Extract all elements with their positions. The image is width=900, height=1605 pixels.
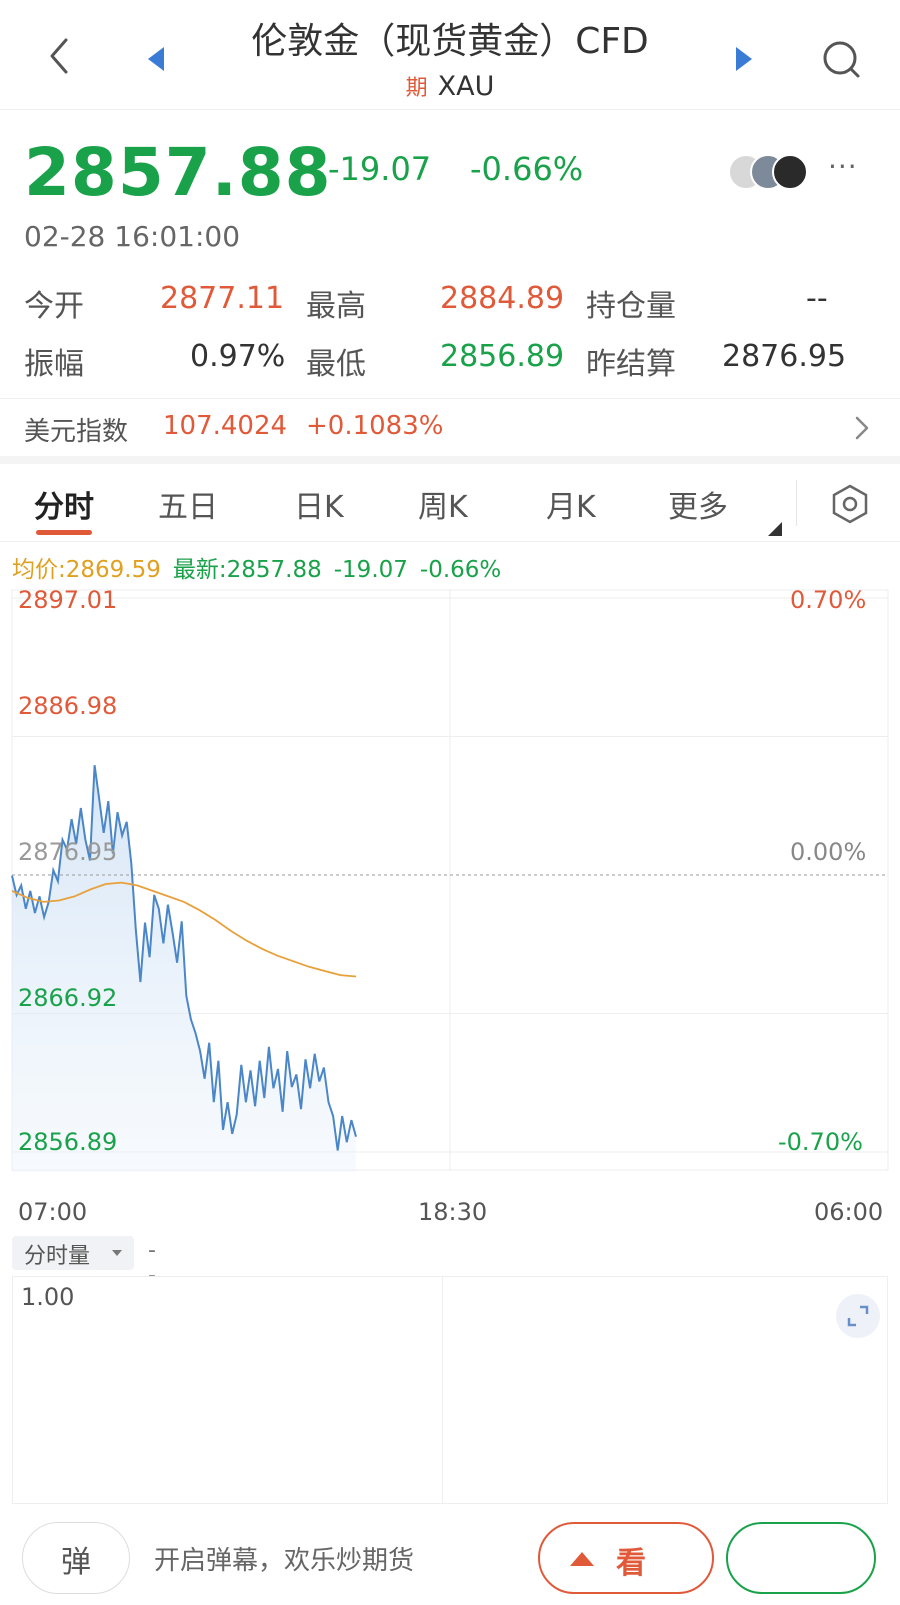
dollar-index-row[interactable]: 美元指数 107.4024 +0.1083%: [0, 398, 900, 464]
expand-icon[interactable]: [836, 1294, 880, 1338]
bearish-button[interactable]: [726, 1522, 876, 1594]
tab-monthly-k[interactable]: 月K: [546, 482, 596, 526]
caret-down-icon: [112, 1250, 122, 1256]
instrument-symbol: 期 XAU: [300, 70, 600, 102]
bottom-action-bar: 弹 开启弹幕，欢乐炒期货 看: [0, 1510, 900, 1605]
search-icon[interactable]: [820, 38, 864, 82]
back-arrow-icon[interactable]: [40, 32, 80, 80]
symbol-text: XAU: [437, 71, 495, 102]
previous-instrument-icon[interactable]: [144, 44, 168, 74]
open-label: 今开: [24, 289, 84, 324]
prev-settle-label: 昨结算: [586, 347, 676, 382]
volume-chart[interactable]: 1.00: [12, 1276, 888, 1504]
legend-percent: -0.66%: [419, 557, 502, 583]
quote-panel: 2857.88 -19.07 -0.66% 02-28 16:01:00 ···: [0, 110, 900, 260]
average-price-text: 均价:2869.59: [12, 557, 161, 583]
x-tick-label: 07:00: [18, 1198, 88, 1226]
tab-weekly-k[interactable]: 周K: [418, 482, 468, 526]
pct-tick-label: 0.00%: [790, 838, 867, 866]
x-tick-label: 06:00: [814, 1198, 884, 1226]
open-interest-value: --: [806, 281, 828, 316]
danmu-toggle-button[interactable]: 弹: [22, 1522, 130, 1594]
amplitude-value: 0.97%: [190, 339, 286, 374]
more-options-icon[interactable]: ···: [828, 150, 858, 183]
volume-mid-gridline: [442, 1277, 443, 1503]
futures-tag: 期: [405, 76, 428, 101]
x-tick-label: 18:30: [418, 1198, 488, 1226]
y-tick-label: 2897.01: [18, 586, 118, 614]
last-price: 2857.88: [24, 134, 332, 211]
dollar-index-label: 美元指数: [24, 417, 129, 447]
low-value: 2856.89: [440, 339, 565, 374]
open-value: 2877.11: [160, 281, 285, 316]
high-value: 2884.89: [440, 281, 565, 316]
header-bar: 伦敦金（现货黄金）CFD 期 XAU: [0, 0, 900, 110]
up-arrow-icon: [570, 1552, 594, 1566]
chart-legend: 均价:2869.59 最新:2857.88 -19.07 -0.66%: [12, 550, 513, 584]
tab-divider: [796, 480, 797, 526]
danmu-hint-text[interactable]: 开启弹幕，欢乐炒期货: [154, 1540, 414, 1577]
volume-scale-label: 1.00: [21, 1283, 75, 1311]
next-instrument-icon[interactable]: [732, 44, 756, 74]
price-change: -19.07: [328, 150, 432, 188]
open-interest-label: 持仓量: [586, 289, 676, 324]
pct-tick-label: -0.70%: [778, 1128, 863, 1156]
legend-change: -19.07: [333, 557, 408, 583]
tab-intraday[interactable]: 分时: [34, 482, 94, 526]
y-tick-label: 2856.89: [18, 1128, 118, 1156]
y-tick-label: 2886.98: [18, 692, 118, 720]
tab-more[interactable]: 更多: [668, 482, 728, 526]
settings-hexagon-icon[interactable]: [828, 482, 872, 526]
amplitude-label: 振幅: [24, 347, 84, 382]
prev-settle-value: 2876.95: [722, 339, 847, 374]
active-tab-indicator: [36, 530, 92, 535]
high-label: 最高: [306, 289, 366, 324]
quote-timestamp: 02-28 16:01:00: [24, 220, 241, 253]
price-change-percent: -0.66%: [470, 150, 584, 188]
stats-grid: 今开 2877.11 最高 2884.89 持仓量 -- 振幅 0.97% 最低…: [0, 275, 900, 390]
tab-daily-k[interactable]: 日K: [294, 482, 344, 526]
chevron-right-icon: [855, 416, 869, 440]
dollar-index-value: 107.4024: [163, 411, 288, 441]
bullish-label: 看: [616, 1546, 646, 1581]
period-tabs: 分时 五日 日K 周K 月K 更多: [0, 470, 900, 542]
y-tick-label: 2866.92: [18, 984, 118, 1012]
avatar: [772, 154, 808, 190]
latest-price-text: 最新:2857.88: [172, 557, 322, 583]
bullish-button[interactable]: 看: [538, 1522, 714, 1594]
dropdown-corner-icon: [768, 522, 782, 536]
dollar-index-change: +0.1083%: [306, 411, 444, 441]
low-label: 最低: [306, 347, 366, 382]
volume-select-label: 分时量: [24, 1244, 91, 1269]
follower-avatars[interactable]: [728, 154, 814, 194]
tab-five-day[interactable]: 五日: [158, 482, 218, 526]
intraday-chart[interactable]: [0, 588, 900, 1188]
page-title: 伦敦金（现货黄金）CFD: [251, 21, 649, 62]
y-tick-label: 2876.95: [18, 838, 118, 866]
pct-tick-label: 0.70%: [790, 586, 867, 614]
volume-indicator-select[interactable]: 分时量: [12, 1236, 134, 1270]
